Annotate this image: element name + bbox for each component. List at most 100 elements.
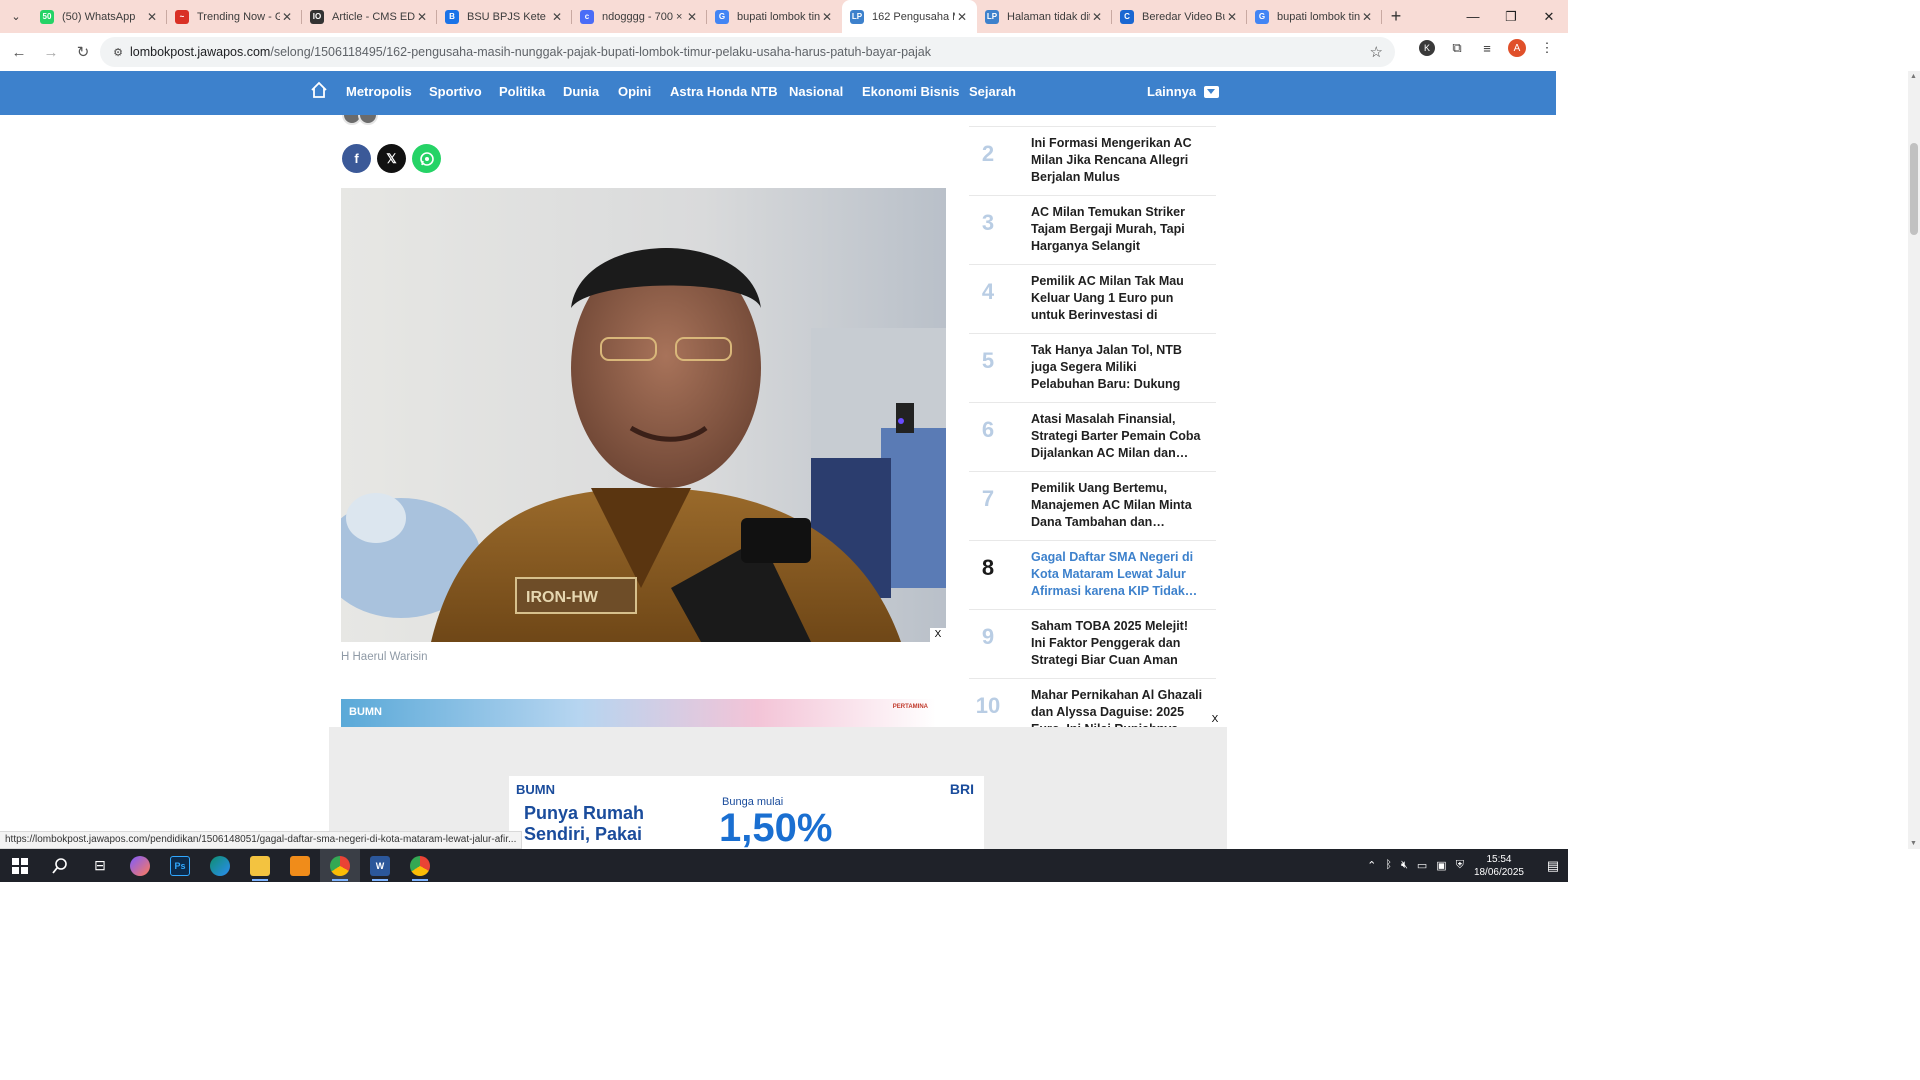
media-control-icon[interactable]: ≡	[1476, 37, 1498, 59]
popular-article-link[interactable]: Pemilik Uang Bertemu, Manajemen AC Milan…	[1031, 480, 1203, 531]
browser-tab[interactable]: B BSU BPJS Kete ✕	[437, 0, 572, 33]
popular-article-link[interactable]: AC Milan Temukan Striker Tajam Bergaji M…	[1031, 204, 1203, 255]
tab-close-icon[interactable]: ✕	[1225, 10, 1239, 24]
home-icon[interactable]	[310, 81, 328, 99]
list-item[interactable]: 4 Pemilik AC Milan Tak Mau Keluar Uang 1 …	[969, 265, 1216, 334]
bri-ad-banner[interactable]: BUMN Punya Rumah Sendiri, Pakai Bunga mu…	[509, 776, 984, 849]
tab-close-icon[interactable]: ✕	[955, 10, 969, 24]
search-icon[interactable]	[40, 849, 80, 882]
list-item[interactable]: 5 Tak Hanya Jalan Tol, NTB juga Segera Mi…	[969, 334, 1216, 403]
forward-arrow-icon[interactable]: →	[36, 37, 66, 67]
browser-tab[interactable]: c ndogggg - 700 × ✕	[572, 0, 707, 33]
tab-title: Trending Now - G	[197, 10, 280, 23]
extensions-puzzle-icon[interactable]: ⧉	[1446, 37, 1468, 59]
nav-ekonomi-bisnis[interactable]: Ekonomi Bisnis	[862, 84, 960, 99]
nav-more-dropdown[interactable]: Lainnya	[1147, 84, 1220, 99]
list-item[interactable]: 9 Saham TOBA 2025 Melejit! Ini Faktor Pen…	[969, 610, 1216, 679]
tab-close-icon[interactable]: ✕	[145, 10, 159, 24]
snipping-app-icon[interactable]	[280, 849, 320, 882]
tab-close-icon[interactable]: ✕	[550, 10, 564, 24]
windows-start-icon[interactable]	[0, 849, 40, 882]
popular-article-link[interactable]: Pemilik AC Milan Tak Mau Keluar Uang 1 E…	[1031, 273, 1203, 325]
photo-close-button[interactable]: X	[930, 628, 946, 642]
nav-dunia[interactable]: Dunia	[563, 84, 599, 99]
list-item[interactable]: 6 Atasi Masalah Finansial, Strategi Barte…	[969, 403, 1216, 472]
clock-date: 18/06/2025	[1473, 866, 1524, 878]
browser-tab[interactable]: C Beredar Video Bu ✕	[1112, 0, 1247, 33]
ad-banner-strip[interactable]: BUMN PERTAMINA	[341, 699, 936, 727]
popular-article-link[interactable]: Tak Hanya Jalan Tol, NTB juga Segera Mil…	[1031, 342, 1203, 394]
browser-tab[interactable]: ~ Trending Now - G ✕	[167, 0, 302, 33]
facebook-share-icon[interactable]: f	[342, 144, 371, 173]
taskbar-clock[interactable]: 15:54 18/06/2025	[1474, 853, 1524, 879]
bluetooth-icon[interactable]: ᛒ	[1385, 859, 1392, 872]
display-icon[interactable]: ▣	[1436, 859, 1446, 872]
list-item[interactable]: 8 Gagal Daftar SMA Negeri di Kota Mataram…	[969, 541, 1216, 610]
tab-close-icon[interactable]: ✕	[415, 10, 429, 24]
list-item[interactable]: 2 Ini Formasi Mengerikan AC Milan Jika Re…	[969, 127, 1216, 196]
task-view-icon[interactable]: ⊟	[80, 849, 120, 882]
profile-avatar[interactable]: A	[1506, 37, 1528, 59]
notification-icon[interactable]: ▤	[1538, 858, 1568, 874]
scroll-down-icon[interactable]: ▼	[1910, 840, 1917, 847]
nav-opini[interactable]: Opini	[618, 84, 651, 99]
edge-icon[interactable]	[200, 849, 240, 882]
minimize-icon[interactable]: —	[1454, 0, 1492, 33]
browser-menu-icon[interactable]: ⋮	[1536, 37, 1558, 59]
close-window-icon[interactable]: ✕	[1530, 0, 1568, 33]
extension-k-icon[interactable]: K	[1416, 37, 1438, 59]
scroll-up-icon[interactable]: ▲	[1910, 73, 1917, 80]
reload-icon[interactable]: ↻	[68, 37, 98, 67]
chrome-icon[interactable]	[320, 849, 360, 882]
browser-tab[interactable]: LP Halaman tidak dit ✕	[977, 0, 1112, 33]
popular-article-link[interactable]: Ini Formasi Mengerikan AC Milan Jika Ren…	[1031, 135, 1203, 186]
nav-metropolis[interactable]: Metropolis	[346, 84, 412, 99]
x-share-icon[interactable]: 𝕏	[377, 144, 406, 173]
lombokpost-icon: LP	[985, 9, 999, 24]
popular-article-link[interactable]: Gagal Daftar SMA Negeri di Kota Mataram …	[1031, 549, 1203, 600]
volume-muted-icon[interactable]: 🔇︎	[1401, 859, 1408, 872]
tab-close-icon[interactable]: ✕	[280, 10, 294, 24]
tab-title: bupati lombok tin	[737, 10, 820, 23]
security-icon[interactable]: ⛨	[1456, 859, 1464, 872]
author-avatars	[342, 115, 382, 127]
popular-article-link[interactable]: Atasi Masalah Finansial, Strategi Barter…	[1031, 411, 1203, 462]
browser-tab[interactable]: Gbupati lombok tin ✕	[1247, 0, 1382, 33]
bookmark-star-icon[interactable]: ☆	[1370, 43, 1383, 61]
chrome-profile-icon[interactable]	[400, 849, 440, 882]
list-item[interactable]: 3 AC Milan Temukan Striker Tajam Bergaji …	[969, 196, 1216, 265]
nav-astra-honda-ntb[interactable]: Astra Honda NTB	[670, 84, 778, 99]
new-tab-button[interactable]: +	[1382, 6, 1410, 27]
list-item[interactable]: 7 Pemilik Uang Bertemu, Manajemen AC Mila…	[969, 472, 1216, 541]
nav-sportivo[interactable]: Sportivo	[429, 84, 482, 99]
photoshop-icon[interactable]: Ps	[160, 849, 200, 882]
word-icon[interactable]: W	[360, 849, 400, 882]
popular-article-link[interactable]: Saham TOBA 2025 Melejit! Ini Faktor Peng…	[1031, 618, 1203, 669]
browser-tab[interactable]: IO Article - CMS EDI ✕	[302, 0, 437, 33]
browser-tab[interactable]: 50 (50) WhatsApp ✕	[32, 0, 167, 33]
back-arrow-icon[interactable]: ←	[4, 37, 34, 67]
file-explorer-icon[interactable]	[240, 849, 280, 882]
browser-tab[interactable]: Gbupati lombok tin ✕	[707, 0, 842, 33]
page-scrollbar[interactable]: ▲ ▼	[1908, 71, 1920, 849]
tab-close-icon[interactable]: ✕	[1360, 10, 1374, 24]
restore-icon[interactable]: ❐	[1492, 0, 1530, 33]
tab-close-icon[interactable]: ✕	[820, 10, 834, 24]
tab-close-icon[interactable]: ✕	[1090, 10, 1104, 24]
nav-sejarah[interactable]: Sejarah	[969, 84, 1016, 99]
chevron-up-icon[interactable]: ⌃	[1367, 859, 1376, 872]
scrollbar-thumb[interactable]	[1910, 143, 1918, 235]
toolbar-right: K ⧉ ≡ A ⋮	[1416, 37, 1558, 59]
browser-tab[interactable]: LP 162 Pengusaha M ✕	[842, 0, 977, 33]
whatsapp-share-icon[interactable]	[412, 144, 441, 173]
copilot-icon[interactable]	[120, 849, 160, 882]
site-navigation: Metropolis Sportivo Politika Dunia Opini…	[0, 71, 1556, 115]
nav-politika[interactable]: Politika	[499, 84, 545, 99]
tab-search-icon[interactable]: ⌄	[0, 0, 32, 33]
ad-close-button[interactable]: X	[1206, 713, 1224, 727]
nav-nasional[interactable]: Nasional	[789, 84, 843, 99]
site-info-icon[interactable]: ⚙	[106, 46, 130, 59]
network-icon[interactable]: ▭	[1417, 859, 1427, 872]
address-bar[interactable]: ⚙ lombokpost.jawapos.com/selong/15061184…	[100, 37, 1395, 67]
tab-close-icon[interactable]: ✕	[685, 10, 699, 24]
